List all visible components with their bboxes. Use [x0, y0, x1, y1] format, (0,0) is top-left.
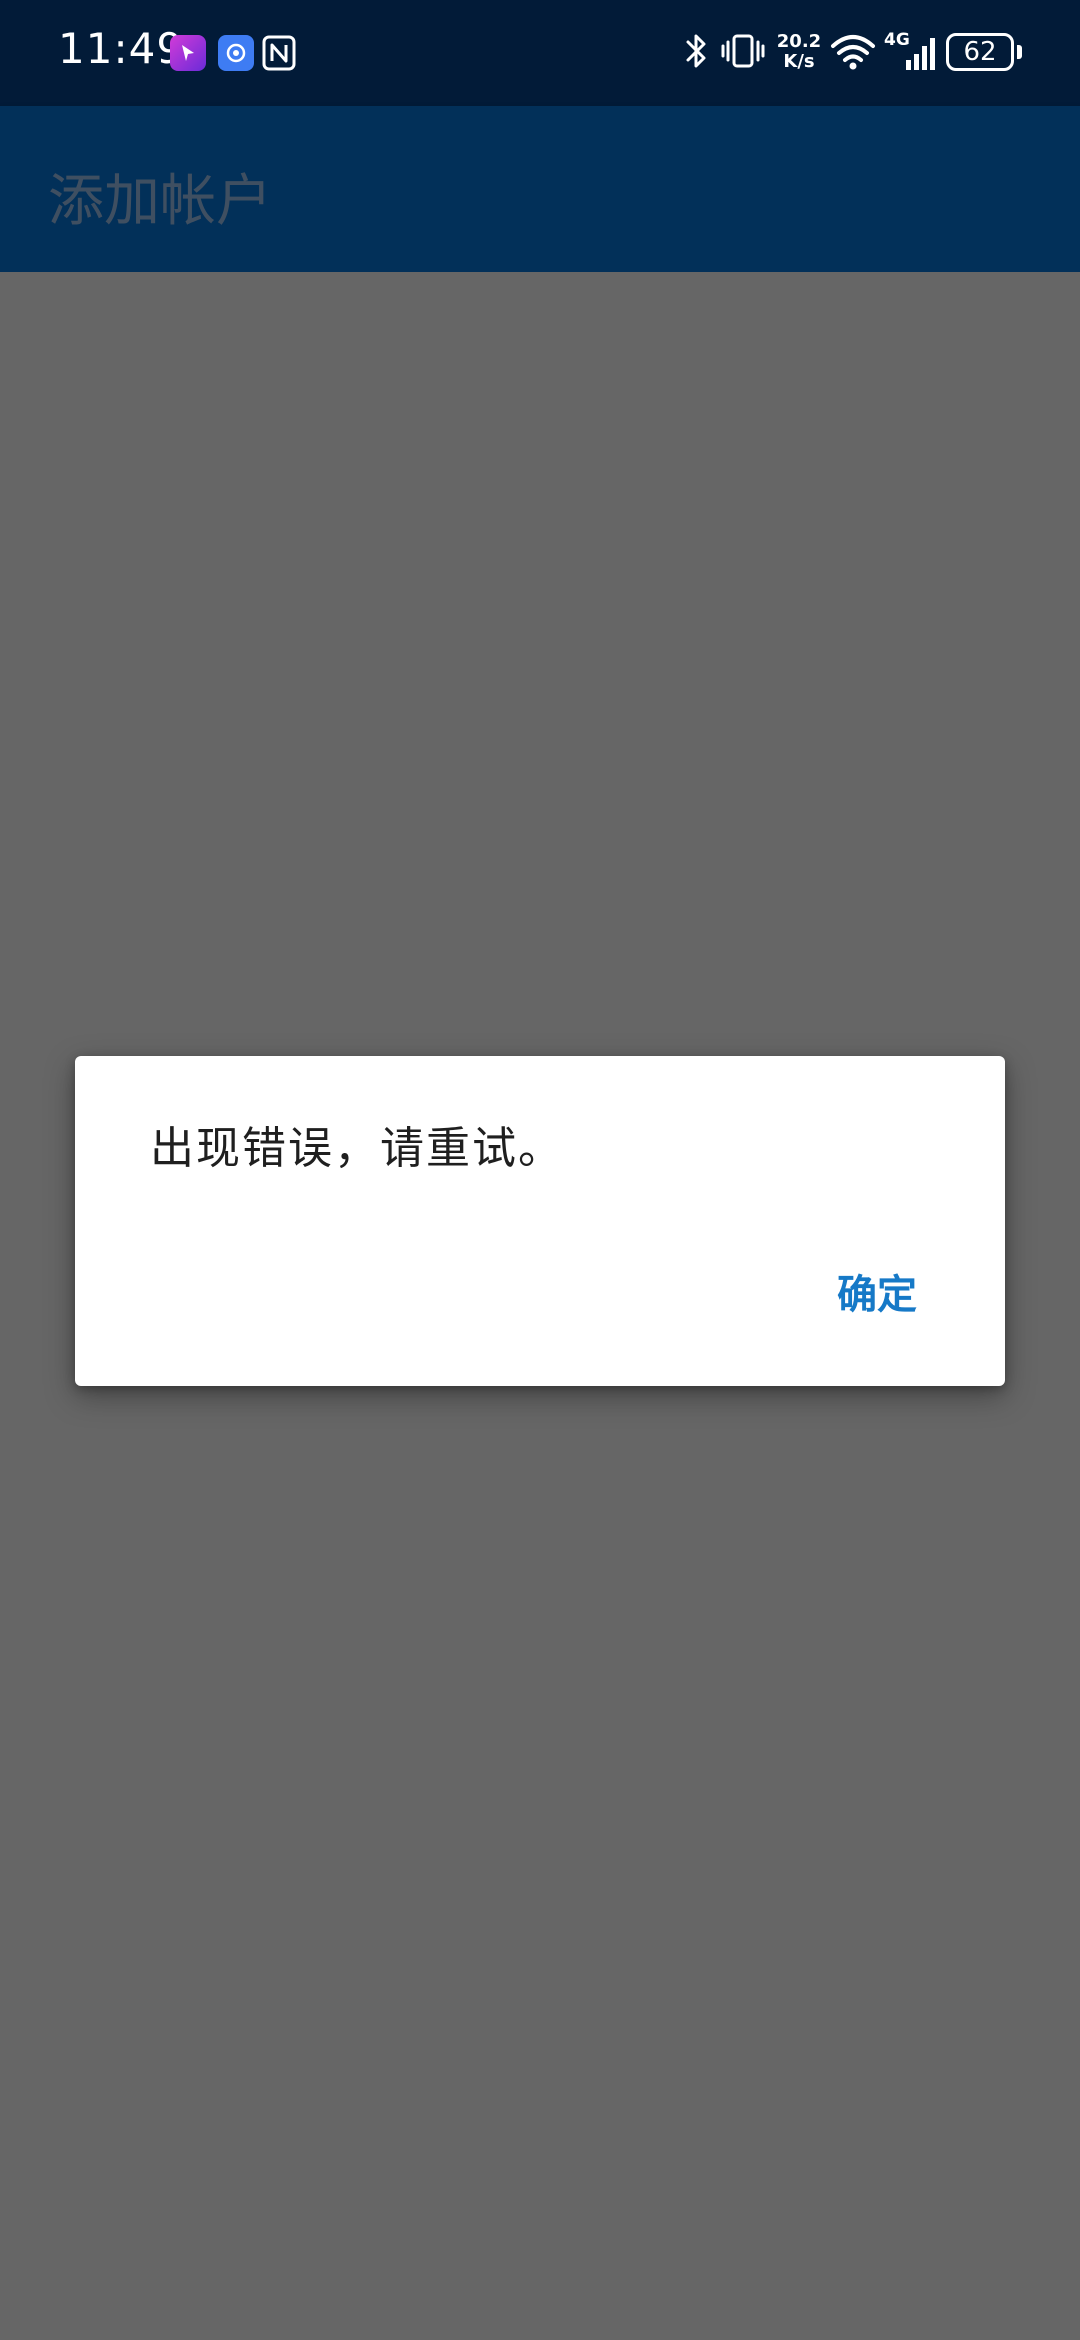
signal-icon: [906, 38, 935, 70]
nfc-icon: [262, 35, 296, 71]
status-time: 11:49: [58, 24, 185, 73]
wifi-icon: [831, 35, 875, 70]
screen: 11:49 20.2 K/s 4G 62 添加帐户 出现错误，请重试。 确定: [0, 0, 1080, 2340]
battery-level: 62: [963, 37, 997, 67]
error-dialog: 出现错误，请重试。 确定: [75, 1056, 1005, 1386]
network-speed-value: 20.2: [776, 31, 822, 52]
battery-tip: [1017, 45, 1022, 59]
page-title: 添加帐户: [48, 169, 272, 234]
network-speed: 20.2 K/s: [774, 32, 824, 72]
app-notification-icon-2: [218, 35, 254, 71]
app-bar: 添加帐户: [0, 106, 1080, 272]
network-speed-unit: K/s: [783, 51, 815, 72]
vibrate-icon: [721, 34, 765, 68]
app-notification-icon: [170, 35, 206, 71]
bluetooth-icon: [686, 34, 706, 68]
status-icons: 20.2 K/s 4G 62: [660, 0, 1080, 106]
status-bar: 11:49 20.2 K/s 4G 62: [0, 0, 1080, 106]
dialog-message: 出现错误，请重试。: [150, 1123, 564, 1174]
confirm-button[interactable]: 确定: [837, 1262, 917, 1320]
battery-icon: 62: [946, 33, 1014, 71]
